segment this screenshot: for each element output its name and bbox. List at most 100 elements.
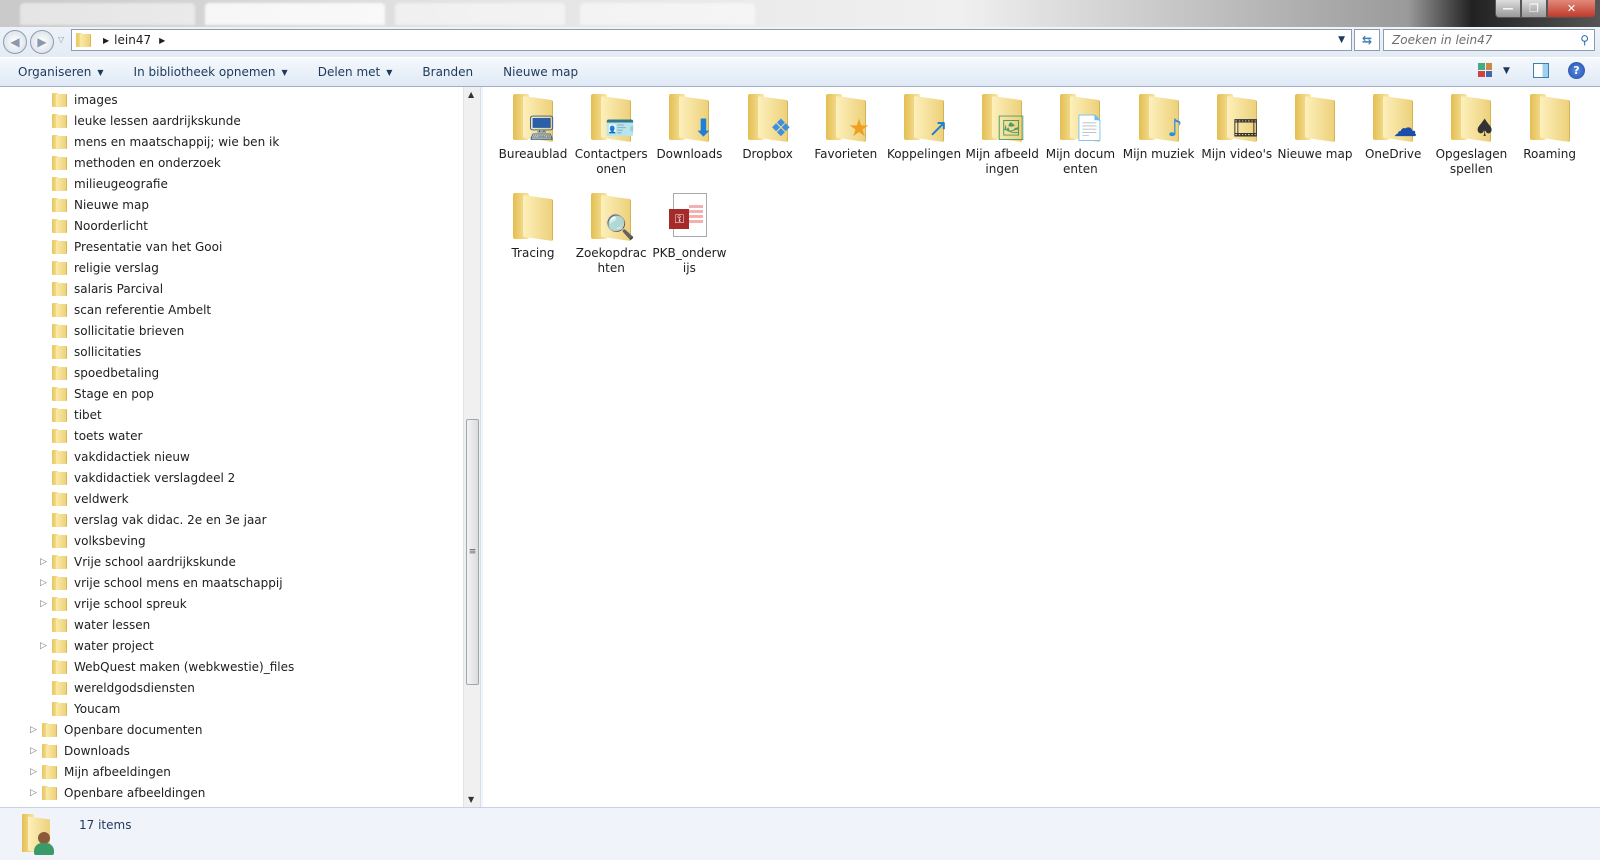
- video-icon: 🎞: [1213, 92, 1261, 143]
- tree-item[interactable]: scan referentie Ambelt: [52, 299, 211, 320]
- tree-item[interactable]: WebQuest maken (webkwestie)_files: [52, 656, 294, 677]
- tree-item[interactable]: water lessen: [52, 614, 150, 635]
- tree-item-label: Downloads: [64, 743, 130, 758]
- tree-item[interactable]: volksbeving: [52, 530, 146, 551]
- file-item[interactable]: ♪ Mijn muziek: [1121, 92, 1197, 162]
- scroll-up-icon[interactable]: ▲: [468, 90, 474, 99]
- breadcrumb-separator-icon[interactable]: ▶: [159, 36, 165, 45]
- expand-arrow-icon[interactable]: ▷: [40, 599, 48, 609]
- burn-button[interactable]: Branden: [408, 60, 487, 84]
- tree-item[interactable]: ▷ Openbare documenten: [30, 719, 202, 740]
- expand-arrow-icon[interactable]: ▷: [40, 578, 48, 588]
- file-item[interactable]: Tracing: [495, 191, 571, 261]
- tree-item[interactable]: vakdidactiek verslagdeel 2: [52, 467, 235, 488]
- tree-item[interactable]: methoden en onderzoek: [52, 152, 221, 173]
- background-tab: [20, 3, 195, 25]
- recent-pages-dropdown[interactable]: ▽: [58, 35, 64, 44]
- tree-item[interactable]: Stage en pop: [52, 383, 154, 404]
- close-button[interactable]: ✕: [1547, 0, 1596, 18]
- tree-item[interactable]: spoedbetaling: [52, 362, 159, 383]
- tree-item[interactable]: ▷ Openbare afbeeldingen: [30, 782, 205, 803]
- tree-item[interactable]: verslag vak didac. 2e en 3e jaar: [52, 509, 267, 530]
- tree-item[interactable]: salaris Parcival: [52, 278, 163, 299]
- file-item[interactable]: ★ Favorieten: [808, 92, 884, 162]
- change-view-button[interactable]: [1478, 63, 1492, 77]
- tree-item-label: water project: [74, 638, 154, 653]
- new-folder-button[interactable]: Nieuwe map: [489, 60, 592, 84]
- address-dropdown-icon[interactable]: ▼: [1338, 35, 1345, 45]
- expand-arrow-icon[interactable]: ▷: [30, 746, 38, 756]
- folder-icon: [52, 239, 68, 254]
- file-view: 🖥 Bureaublad 🪪 Contactpersonen ⬇ Downloads ❖ Dr…: [483, 87, 1600, 807]
- back-button[interactable]: ◀: [3, 30, 27, 54]
- tree-item[interactable]: sollicitatie brieven: [52, 320, 184, 341]
- preview-pane-button[interactable]: [1533, 63, 1549, 78]
- tree-item[interactable]: Nieuwe map: [52, 194, 149, 215]
- folder-icon: [52, 176, 68, 191]
- forward-button[interactable]: ▶: [30, 30, 54, 54]
- tree-item[interactable]: ▷ Mijn afbeeldingen: [30, 761, 171, 782]
- sidebar-scrollbar[interactable]: ▲ ≡ ▼: [463, 87, 480, 807]
- organize-menu[interactable]: Organiseren ▼: [4, 60, 118, 84]
- file-item[interactable]: 🪪 Contactpersonen: [573, 92, 649, 177]
- include-in-library-menu[interactable]: In bibliotheek opnemen ▼: [120, 60, 302, 84]
- file-item[interactable]: ⚿ PKB_onderwijs: [651, 191, 727, 276]
- file-item[interactable]: Nieuwe map: [1277, 92, 1353, 162]
- tree-item[interactable]: ▷ water project: [40, 635, 154, 656]
- file-item[interactable]: Roaming: [1512, 92, 1588, 162]
- file-item[interactable]: 🖥 Bureaublad: [495, 92, 571, 162]
- search-input[interactable]: Zoeken in lein47 ⚲: [1383, 29, 1595, 51]
- music-icon: ♪: [1135, 92, 1183, 143]
- help-button[interactable]: ?: [1568, 62, 1585, 79]
- file-item[interactable]: ❖ Dropbox: [730, 92, 806, 162]
- file-item[interactable]: ☁ OneDrive: [1355, 92, 1431, 162]
- chevron-down-icon: ▼: [281, 67, 288, 77]
- view-options-dropdown-icon[interactable]: ▼: [1503, 66, 1510, 76]
- tree-item[interactable]: milieugeografie: [52, 173, 168, 194]
- scroll-down-icon[interactable]: ▼: [468, 795, 474, 804]
- tree-item[interactable]: ▷ vrije school spreuk: [40, 593, 187, 614]
- tree-item[interactable]: ▷ Downloads: [30, 740, 130, 761]
- tree-item[interactable]: leuke lessen aardrijkskunde: [52, 110, 241, 131]
- breadcrumb-separator-icon[interactable]: ▶: [103, 36, 109, 45]
- scrollbar-thumb[interactable]: ≡: [466, 419, 479, 685]
- tree-item[interactable]: Youcam: [52, 698, 120, 719]
- tree-item[interactable]: ▷ Vrije school aardrijkskunde: [40, 551, 236, 572]
- minimize-button[interactable]: —: [1495, 0, 1521, 18]
- file-item[interactable]: ♠ Opgeslagen spellen: [1433, 92, 1509, 177]
- file-item[interactable]: 🖼 Mijn afbeeldingen: [964, 92, 1040, 177]
- tree-item[interactable]: Noorderlicht: [52, 215, 148, 236]
- expand-arrow-icon[interactable]: ▷: [30, 788, 38, 798]
- tree-item[interactable]: veldwerk: [52, 488, 129, 509]
- address-bar[interactable]: ▶ lein47 ▶ ▼: [71, 29, 1352, 51]
- file-item[interactable]: ↗ Koppelingen: [886, 92, 962, 162]
- folder-icon: [52, 512, 68, 527]
- share-with-menu[interactable]: Delen met ▼: [304, 60, 407, 84]
- tree-item[interactable]: sollicitaties: [52, 341, 141, 362]
- expand-arrow-icon[interactable]: ▷: [40, 557, 48, 567]
- tree-item-label: sollicitatie brieven: [74, 323, 185, 338]
- tree-item[interactable]: wereldgodsdiensten: [52, 677, 195, 698]
- tree-item[interactable]: images: [52, 89, 118, 110]
- refresh-button[interactable]: ⇆: [1354, 29, 1380, 51]
- folder-icon: [42, 743, 58, 758]
- tree-item[interactable]: ▷ vrije school mens en maatschappij: [40, 572, 283, 593]
- folder-icon: [52, 491, 68, 506]
- tree-item[interactable]: Presentatie van het Gooi: [52, 236, 222, 257]
- expand-arrow-icon[interactable]: ▷: [30, 767, 38, 777]
- file-item[interactable]: ⬇ Downloads: [651, 92, 727, 162]
- tree-item[interactable]: tibet: [52, 404, 102, 425]
- expand-arrow-icon[interactable]: ▷: [30, 725, 38, 735]
- folder-icon: [52, 113, 68, 128]
- tree-item[interactable]: religie verslag: [52, 257, 159, 278]
- tree-item[interactable]: mens en maatschappij; wie ben ik: [52, 131, 279, 152]
- expand-arrow-icon[interactable]: ▷: [40, 641, 48, 651]
- search-icon[interactable]: ⚲: [1580, 33, 1589, 47]
- file-item[interactable]: 📄 Mijn documenten: [1042, 92, 1118, 177]
- tree-item[interactable]: vakdidactiek nieuw: [52, 446, 190, 467]
- restore-button[interactable]: ❐: [1521, 0, 1547, 18]
- breadcrumb-lein47[interactable]: lein47: [114, 33, 151, 47]
- file-item[interactable]: 🎞 Mijn video's: [1199, 92, 1275, 162]
- tree-item[interactable]: toets water: [52, 425, 142, 446]
- file-item[interactable]: 🔍 Zoekopdrachten: [573, 191, 649, 276]
